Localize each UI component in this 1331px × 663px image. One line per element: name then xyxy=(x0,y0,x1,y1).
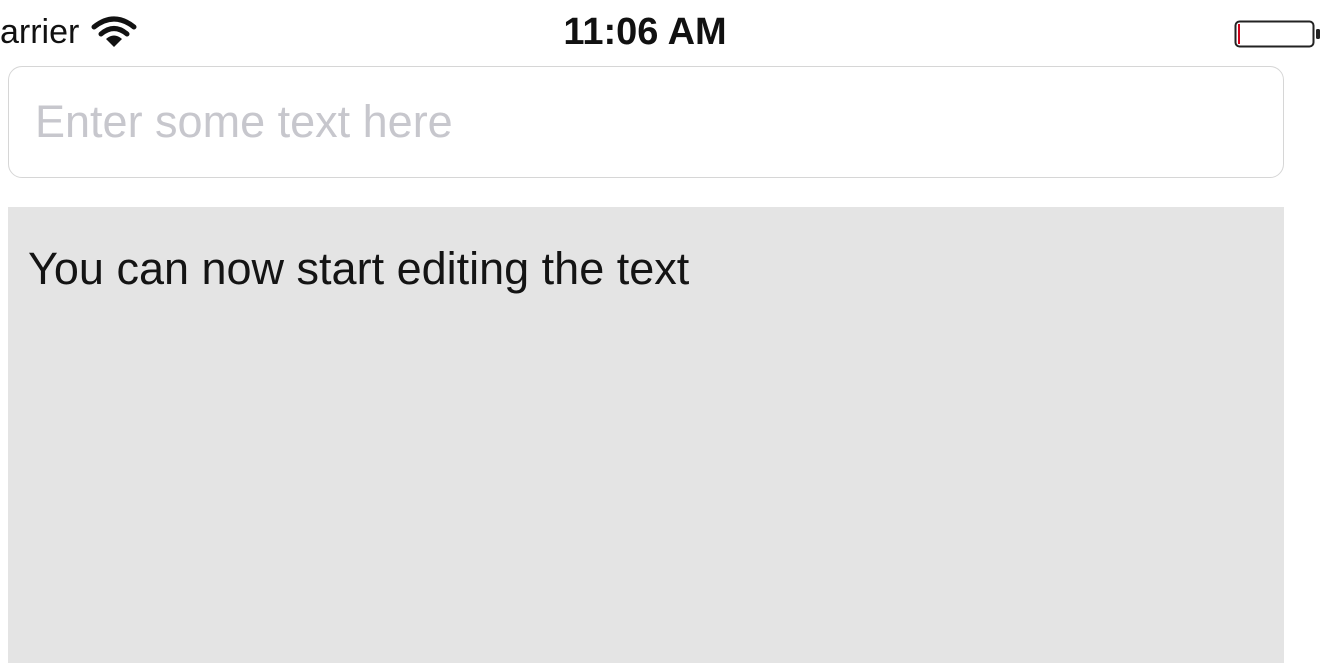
status-bar: arrier 11:06 AM xyxy=(0,0,1331,62)
text-input[interactable] xyxy=(8,66,1284,178)
battery-level-fill xyxy=(1238,24,1240,44)
text-output-content: You can now start editing the text xyxy=(28,243,690,294)
text-output-area[interactable]: You can now start editing the text xyxy=(8,207,1284,663)
battery-icon xyxy=(1234,20,1320,48)
app-screen: arrier 11:06 AM You can now start editin… xyxy=(0,0,1331,663)
status-time: 11:06 AM xyxy=(563,11,727,53)
